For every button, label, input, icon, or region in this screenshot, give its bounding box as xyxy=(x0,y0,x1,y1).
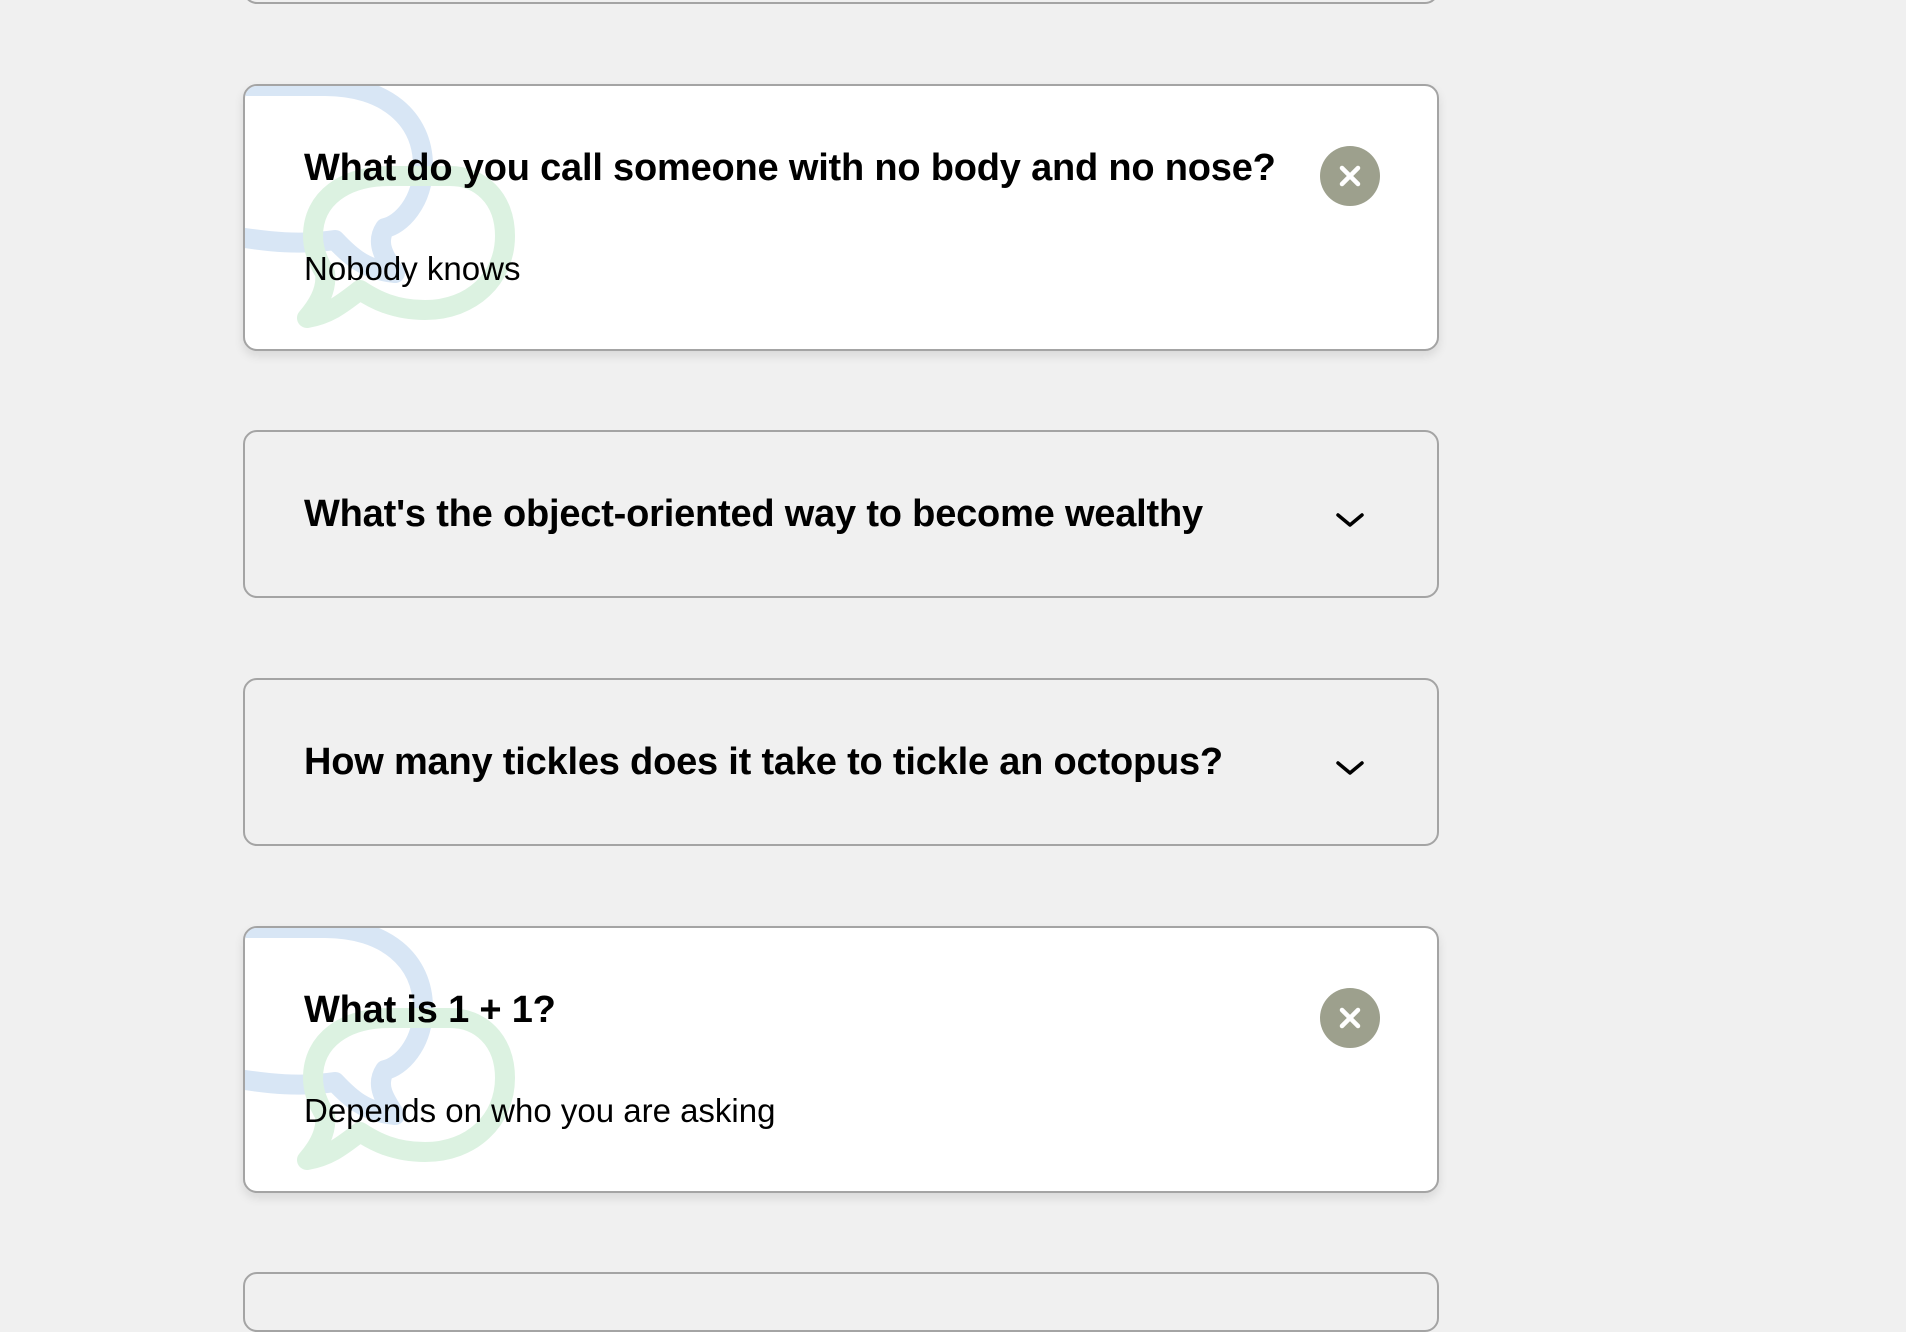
faq-question: What's the object-oriented way to become… xyxy=(304,493,1203,535)
expand-toggle[interactable] xyxy=(1328,746,1372,790)
close-button[interactable] xyxy=(1320,988,1380,1048)
chevron-down-icon xyxy=(1336,761,1364,775)
faq-question: How many tickles does it take to tickle … xyxy=(304,741,1223,783)
close-icon xyxy=(1339,165,1361,187)
chat-bubbles-icon xyxy=(245,86,515,328)
faq-item[interactable]: What do you call someone with no body an… xyxy=(243,84,1439,351)
chevron-down-icon xyxy=(1336,513,1364,527)
faq-item[interactable]: How many tickles does it take to tickle … xyxy=(243,678,1439,846)
faq-item[interactable]: What is 1 + 1? Depends on who you are as… xyxy=(243,926,1439,1193)
chat-bubbles-icon xyxy=(245,928,515,1170)
faq-answer: Depends on who you are asking xyxy=(304,1092,776,1129)
faq-question: What is 1 + 1? xyxy=(304,989,556,1031)
faq-item-partial-top[interactable] xyxy=(243,0,1439,4)
faq-item[interactable]: What's the object-oriented way to become… xyxy=(243,430,1439,598)
faq-item-partial-bottom[interactable] xyxy=(243,1272,1439,1332)
close-icon xyxy=(1339,1007,1361,1029)
close-button[interactable] xyxy=(1320,146,1380,206)
faq-question: What do you call someone with no body an… xyxy=(304,147,1276,189)
expand-toggle[interactable] xyxy=(1328,498,1372,542)
faq-answer: Nobody knows xyxy=(304,250,521,287)
